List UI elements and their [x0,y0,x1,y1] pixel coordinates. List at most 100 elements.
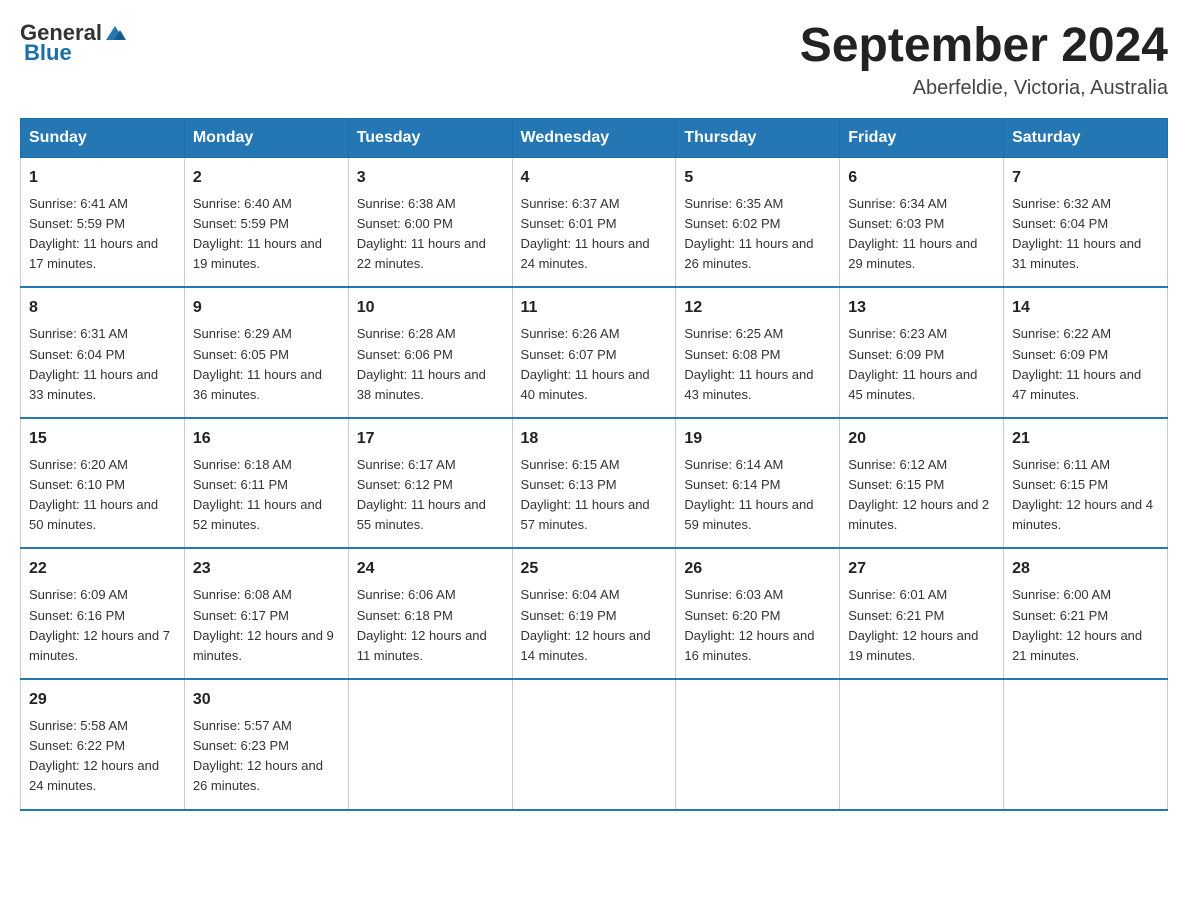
table-row: 4 Sunrise: 6:37 AMSunset: 6:01 PMDayligh… [512,157,676,287]
calendar-week-row: 22 Sunrise: 6:09 AMSunset: 6:16 PMDaylig… [21,548,1168,679]
day-info: Sunrise: 6:17 AMSunset: 6:12 PMDaylight:… [357,457,486,532]
table-row [1004,679,1168,810]
day-number: 2 [193,166,340,190]
table-row: 9 Sunrise: 6:29 AMSunset: 6:05 PMDayligh… [184,287,348,418]
table-row: 21 Sunrise: 6:11 AMSunset: 6:15 PMDaylig… [1004,418,1168,549]
day-info: Sunrise: 6:29 AMSunset: 6:05 PMDaylight:… [193,326,322,401]
table-row: 22 Sunrise: 6:09 AMSunset: 6:16 PMDaylig… [21,548,185,679]
page-header: General Blue September 2024 Aberfeldie, … [20,20,1168,100]
calendar-week-row: 29 Sunrise: 5:58 AMSunset: 6:22 PMDaylig… [21,679,1168,810]
day-number: 9 [193,296,340,320]
table-row: 25 Sunrise: 6:04 AMSunset: 6:19 PMDaylig… [512,548,676,679]
day-number: 1 [29,166,176,190]
day-number: 16 [193,427,340,451]
col-sunday: Sunday [21,118,185,157]
col-monday: Monday [184,118,348,157]
day-info: Sunrise: 6:18 AMSunset: 6:11 PMDaylight:… [193,457,322,532]
day-number: 6 [848,166,995,190]
day-info: Sunrise: 6:35 AMSunset: 6:02 PMDaylight:… [684,196,813,271]
day-info: Sunrise: 6:06 AMSunset: 6:18 PMDaylight:… [357,587,487,662]
table-row: 15 Sunrise: 6:20 AMSunset: 6:10 PMDaylig… [21,418,185,549]
table-row: 16 Sunrise: 6:18 AMSunset: 6:11 PMDaylig… [184,418,348,549]
logo-text-blue: Blue [24,40,72,66]
day-number: 29 [29,688,176,712]
table-row: 17 Sunrise: 6:17 AMSunset: 6:12 PMDaylig… [348,418,512,549]
day-number: 21 [1012,427,1159,451]
table-row [840,679,1004,810]
day-info: Sunrise: 6:25 AMSunset: 6:08 PMDaylight:… [684,326,813,401]
calendar-week-row: 8 Sunrise: 6:31 AMSunset: 6:04 PMDayligh… [21,287,1168,418]
table-row: 5 Sunrise: 6:35 AMSunset: 6:02 PMDayligh… [676,157,840,287]
table-row: 23 Sunrise: 6:08 AMSunset: 6:17 PMDaylig… [184,548,348,679]
day-info: Sunrise: 6:08 AMSunset: 6:17 PMDaylight:… [193,587,334,662]
day-number: 27 [848,557,995,581]
day-number: 22 [29,557,176,581]
table-row: 12 Sunrise: 6:25 AMSunset: 6:08 PMDaylig… [676,287,840,418]
day-number: 7 [1012,166,1159,190]
table-row: 6 Sunrise: 6:34 AMSunset: 6:03 PMDayligh… [840,157,1004,287]
table-row: 20 Sunrise: 6:12 AMSunset: 6:15 PMDaylig… [840,418,1004,549]
calendar-header-row: Sunday Monday Tuesday Wednesday Thursday… [21,118,1168,157]
day-number: 4 [521,166,668,190]
logo-triangle-icon [104,22,126,44]
day-info: Sunrise: 6:38 AMSunset: 6:00 PMDaylight:… [357,196,486,271]
day-number: 19 [684,427,831,451]
day-info: Sunrise: 6:04 AMSunset: 6:19 PMDaylight:… [521,587,651,662]
day-info: Sunrise: 6:26 AMSunset: 6:07 PMDaylight:… [521,326,650,401]
table-row: 11 Sunrise: 6:26 AMSunset: 6:07 PMDaylig… [512,287,676,418]
day-number: 3 [357,166,504,190]
table-row [676,679,840,810]
location: Aberfeldie, Victoria, Australia [800,77,1168,100]
day-number: 15 [29,427,176,451]
table-row: 10 Sunrise: 6:28 AMSunset: 6:06 PMDaylig… [348,287,512,418]
day-info: Sunrise: 6:32 AMSunset: 6:04 PMDaylight:… [1012,196,1141,271]
day-number: 18 [521,427,668,451]
day-info: Sunrise: 6:11 AMSunset: 6:15 PMDaylight:… [1012,457,1153,532]
day-number: 8 [29,296,176,320]
calendar-table: Sunday Monday Tuesday Wednesday Thursday… [20,118,1168,811]
table-row: 30 Sunrise: 5:57 AMSunset: 6:23 PMDaylig… [184,679,348,810]
day-info: Sunrise: 6:28 AMSunset: 6:06 PMDaylight:… [357,326,486,401]
logo: General Blue [20,20,126,66]
table-row: 3 Sunrise: 6:38 AMSunset: 6:00 PMDayligh… [348,157,512,287]
calendar-week-row: 1 Sunrise: 6:41 AMSunset: 5:59 PMDayligh… [21,157,1168,287]
day-number: 23 [193,557,340,581]
day-info: Sunrise: 6:31 AMSunset: 6:04 PMDaylight:… [29,326,158,401]
day-info: Sunrise: 6:15 AMSunset: 6:13 PMDaylight:… [521,457,650,532]
day-info: Sunrise: 5:58 AMSunset: 6:22 PMDaylight:… [29,718,159,793]
table-row: 8 Sunrise: 6:31 AMSunset: 6:04 PMDayligh… [21,287,185,418]
day-info: Sunrise: 6:09 AMSunset: 6:16 PMDaylight:… [29,587,170,662]
table-row: 19 Sunrise: 6:14 AMSunset: 6:14 PMDaylig… [676,418,840,549]
table-row: 7 Sunrise: 6:32 AMSunset: 6:04 PMDayligh… [1004,157,1168,287]
day-info: Sunrise: 6:00 AMSunset: 6:21 PMDaylight:… [1012,587,1142,662]
day-number: 13 [848,296,995,320]
day-info: Sunrise: 6:03 AMSunset: 6:20 PMDaylight:… [684,587,814,662]
col-thursday: Thursday [676,118,840,157]
table-row [512,679,676,810]
table-row: 26 Sunrise: 6:03 AMSunset: 6:20 PMDaylig… [676,548,840,679]
table-row: 27 Sunrise: 6:01 AMSunset: 6:21 PMDaylig… [840,548,1004,679]
col-saturday: Saturday [1004,118,1168,157]
day-number: 30 [193,688,340,712]
day-number: 20 [848,427,995,451]
day-number: 24 [357,557,504,581]
day-number: 28 [1012,557,1159,581]
day-number: 10 [357,296,504,320]
table-row [348,679,512,810]
day-number: 26 [684,557,831,581]
month-title: September 2024 [800,20,1168,73]
day-number: 5 [684,166,831,190]
col-wednesday: Wednesday [512,118,676,157]
table-row: 18 Sunrise: 6:15 AMSunset: 6:13 PMDaylig… [512,418,676,549]
table-row: 14 Sunrise: 6:22 AMSunset: 6:09 PMDaylig… [1004,287,1168,418]
col-tuesday: Tuesday [348,118,512,157]
table-row: 24 Sunrise: 6:06 AMSunset: 6:18 PMDaylig… [348,548,512,679]
table-row: 28 Sunrise: 6:00 AMSunset: 6:21 PMDaylig… [1004,548,1168,679]
day-info: Sunrise: 6:37 AMSunset: 6:01 PMDaylight:… [521,196,650,271]
day-info: Sunrise: 6:23 AMSunset: 6:09 PMDaylight:… [848,326,977,401]
day-info: Sunrise: 6:40 AMSunset: 5:59 PMDaylight:… [193,196,322,271]
day-info: Sunrise: 6:20 AMSunset: 6:10 PMDaylight:… [29,457,158,532]
table-row: 2 Sunrise: 6:40 AMSunset: 5:59 PMDayligh… [184,157,348,287]
col-friday: Friday [840,118,1004,157]
day-info: Sunrise: 6:41 AMSunset: 5:59 PMDaylight:… [29,196,158,271]
